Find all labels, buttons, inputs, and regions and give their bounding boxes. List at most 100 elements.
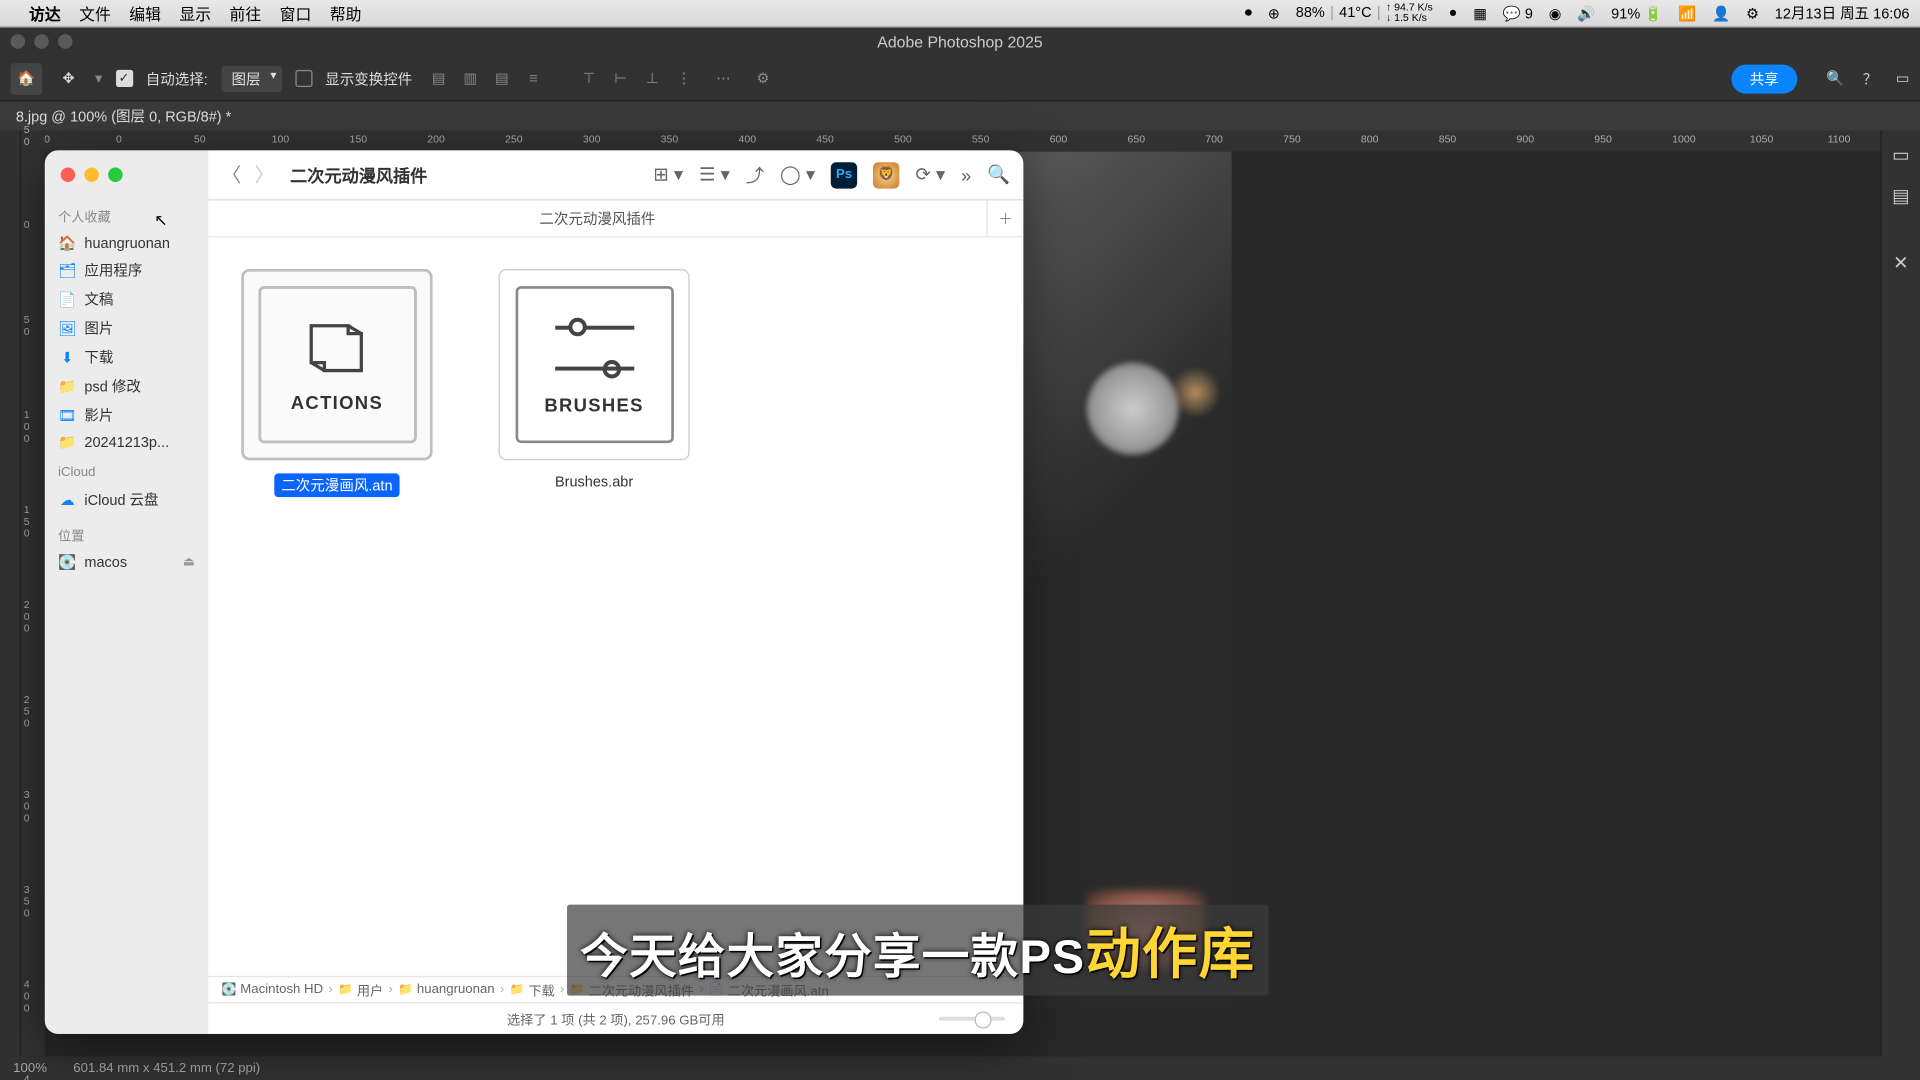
distribute-icon[interactable]: ≡ xyxy=(520,65,546,91)
window-titlebar: Adobe Photoshop 2025 xyxy=(0,28,1920,57)
auto-select-checkbox[interactable]: ✓ xyxy=(115,70,132,87)
back-button[interactable]: 〈 xyxy=(222,161,242,189)
menu-edit[interactable]: 编辑 xyxy=(129,2,161,24)
finder-sidebar: 个人收藏 🏠huangruonan🗂应用程序📄文稿🖼图片⬇下载📁psd 修改🎞影… xyxy=(45,150,209,1034)
path-segment[interactable]: 📁 下载 xyxy=(510,980,555,1000)
path-segment[interactable]: 📁 huangruonan xyxy=(398,982,494,997)
minimize-button[interactable] xyxy=(84,167,99,182)
sidebar-item[interactable]: 📁psd 修改 xyxy=(53,372,201,401)
panel-icon-1[interactable]: ▭ xyxy=(1892,144,1909,166)
auto-select-target[interactable]: 图层 xyxy=(221,65,282,91)
share-button[interactable]: 共享 xyxy=(1731,64,1797,93)
path-segment[interactable]: 💽 Macintosh HD xyxy=(222,982,324,997)
video-caption: 今天给大家分享一款PS动作库 xyxy=(567,905,1269,996)
panel-icon-2[interactable]: ▤ xyxy=(1892,185,1909,207)
tools-panel[interactable] xyxy=(0,131,21,1057)
options-bar: 🏠 ✥ ▾ ✓ 自动选择: 图层 显示变换控件 ▤ ▥ ▤ ≡ ⊤ ⊢ ⊥ ⋮ … xyxy=(0,57,1920,102)
sidebar-item[interactable]: 📁20241213p... xyxy=(53,430,201,455)
sidebar-item[interactable]: 🗂应用程序 xyxy=(53,256,201,285)
finder-tab-bar: 二次元动漫风插件 ＋ xyxy=(208,200,1023,237)
new-tab-button[interactable]: ＋ xyxy=(986,200,1023,236)
tag-icon[interactable]: ◯ ▾ xyxy=(780,164,815,186)
panel-icon-3[interactable]: ✕ xyxy=(1893,252,1908,274)
sidebar-item[interactable]: 💽macos xyxy=(53,550,201,575)
action-menu-icon[interactable]: ⟳ ▾ xyxy=(915,164,945,186)
workspace-icon[interactable]: ▭ xyxy=(1896,70,1910,87)
control-center-icon[interactable]: ⚙ xyxy=(1746,5,1759,22)
file-item[interactable]: ACTIONS二次元漫画风.atn xyxy=(235,269,439,497)
tool-preset-dropdown[interactable]: ▾ xyxy=(95,70,102,87)
menu-window[interactable]: 窗口 xyxy=(280,2,312,24)
finder-content[interactable]: ↖ ACTIONS二次元漫画风.atnBRUSHESBrushes.abr xyxy=(208,237,1023,975)
align-center-h-icon[interactable]: ▥ xyxy=(457,65,483,91)
file-item[interactable]: BRUSHESBrushes.abr xyxy=(492,269,696,492)
document-tab[interactable]: 8.jpg @ 100% (图层 0, RGB/8#) * xyxy=(0,102,1920,131)
selection-status: 选择了 1 项 (共 2 项), 257.96 GB可用 xyxy=(507,1009,725,1029)
align-middle-icon[interactable]: ⊢ xyxy=(607,65,633,91)
cpu-percent: 88% xyxy=(1296,5,1325,21)
distribute-v-icon[interactable]: ⋮ xyxy=(671,65,697,91)
search-icon[interactable]: 🔍 xyxy=(1826,70,1844,87)
cpu-temp: 41°C xyxy=(1339,5,1371,21)
home-button[interactable]: 🏠 xyxy=(11,63,43,95)
zoom-button[interactable] xyxy=(108,167,123,182)
window-controls[interactable] xyxy=(11,34,73,49)
steam-icon[interactable]: ◉ xyxy=(1549,5,1562,22)
view-mode-icon[interactable]: ⊞ ▾ xyxy=(653,164,683,186)
menubar-icon-1[interactable]: ▦ xyxy=(1473,5,1487,22)
align-right-icon[interactable]: ▤ xyxy=(489,65,515,91)
wechat-icon[interactable]: 💬 9 xyxy=(1503,5,1533,22)
sidebar-item[interactable]: 📄文稿 xyxy=(53,285,201,314)
sidebar-group-locations: 位置 xyxy=(58,525,195,545)
finder-search-icon[interactable]: 🔍 xyxy=(987,164,1010,186)
right-panel-collapsed[interactable]: ▭ ▤ ✕ xyxy=(1880,131,1920,1057)
zoom-level[interactable]: 100% xyxy=(13,1061,47,1076)
align-left-icon[interactable]: ▤ xyxy=(425,65,451,91)
menu-view[interactable]: 显示 xyxy=(179,2,211,24)
status-bar: 100% 601.84 mm x 451.2 mm (72 ppi) xyxy=(0,1056,1920,1080)
more-icon[interactable]: » xyxy=(961,164,971,185)
forward-button[interactable]: 〉 xyxy=(255,161,275,189)
ruler-vertical: 5 005 01 0 01 5 02 0 02 5 03 0 03 5 04 0… xyxy=(21,131,45,1057)
sidebar-item[interactable]: 🖼图片 xyxy=(53,314,201,343)
finder-window-controls[interactable] xyxy=(61,167,123,182)
align-top-icon[interactable]: ⊤ xyxy=(576,65,602,91)
path-segment[interactable]: 📁 用户 xyxy=(338,980,383,1000)
group-icon[interactable]: ☰ ▾ xyxy=(699,164,730,186)
sidebar-group-icloud: iCloud xyxy=(58,466,195,481)
finder-toolbar: 〈 〉 二次元动漫风插件 ⊞ ▾ ☰ ▾ ⤴ ◯ ▾ Ps 🦁 ⟳ ▾ » 🔍 xyxy=(208,150,1023,200)
clock[interactable]: 12月13日 周五 16:06 xyxy=(1775,3,1910,24)
wifi-icon[interactable]: 📶 xyxy=(1678,5,1696,22)
open-with-app-icon[interactable]: 🦁 xyxy=(873,162,899,188)
volume-icon[interactable]: 🔊 xyxy=(1577,5,1595,22)
finder-status-bar: 选择了 1 项 (共 2 项), 257.96 GB可用 xyxy=(208,1002,1023,1034)
show-transform-checkbox[interactable] xyxy=(295,70,312,87)
menu-file[interactable]: 文件 xyxy=(79,2,111,24)
move-tool-icon[interactable]: ✥ xyxy=(55,70,81,87)
finder-title: 二次元动漫风插件 xyxy=(290,162,427,187)
compass-icon[interactable]: ⊕ xyxy=(1268,5,1280,22)
menu-help[interactable]: 帮助 xyxy=(330,2,362,24)
share-icon[interactable]: ⤴ xyxy=(746,162,764,188)
menu-go[interactable]: 前往 xyxy=(230,2,262,24)
record-icon[interactable]: ⏺ xyxy=(1245,5,1252,22)
close-button[interactable] xyxy=(61,167,76,182)
sidebar-item[interactable]: 🏠huangruonan xyxy=(53,231,201,256)
help-icon[interactable]: ？ xyxy=(1863,68,1878,89)
app-name[interactable]: 访达 xyxy=(29,2,61,24)
open-with-photoshop-icon[interactable]: Ps xyxy=(831,162,857,188)
user-icon[interactable]: 👤 xyxy=(1712,5,1730,22)
app-title: Adobe Photoshop 2025 xyxy=(877,33,1042,51)
sidebar-item[interactable]: ⬇下载 xyxy=(53,343,201,372)
sidebar-item[interactable]: 🎞影片 xyxy=(53,401,201,430)
sidebar-item[interactable]: ☁iCloud 云盘 xyxy=(53,485,201,514)
finder-tab[interactable]: 二次元动漫风插件 xyxy=(208,200,986,236)
align-bottom-icon[interactable]: ⊥ xyxy=(639,65,665,91)
show-transform-label: 显示变换控件 xyxy=(325,68,412,89)
battery-status[interactable]: 91% 🔋 xyxy=(1611,5,1662,22)
more-options-icon[interactable]: ⋯ xyxy=(710,65,736,91)
net-stats: ↑ 94.7 K/s ↓ 1.5 K/s xyxy=(1386,3,1433,24)
icon-size-slider[interactable] xyxy=(939,1017,1005,1021)
gear-icon[interactable]: ⚙ xyxy=(750,65,776,91)
cloud-icon[interactable]: ● xyxy=(1449,5,1458,21)
